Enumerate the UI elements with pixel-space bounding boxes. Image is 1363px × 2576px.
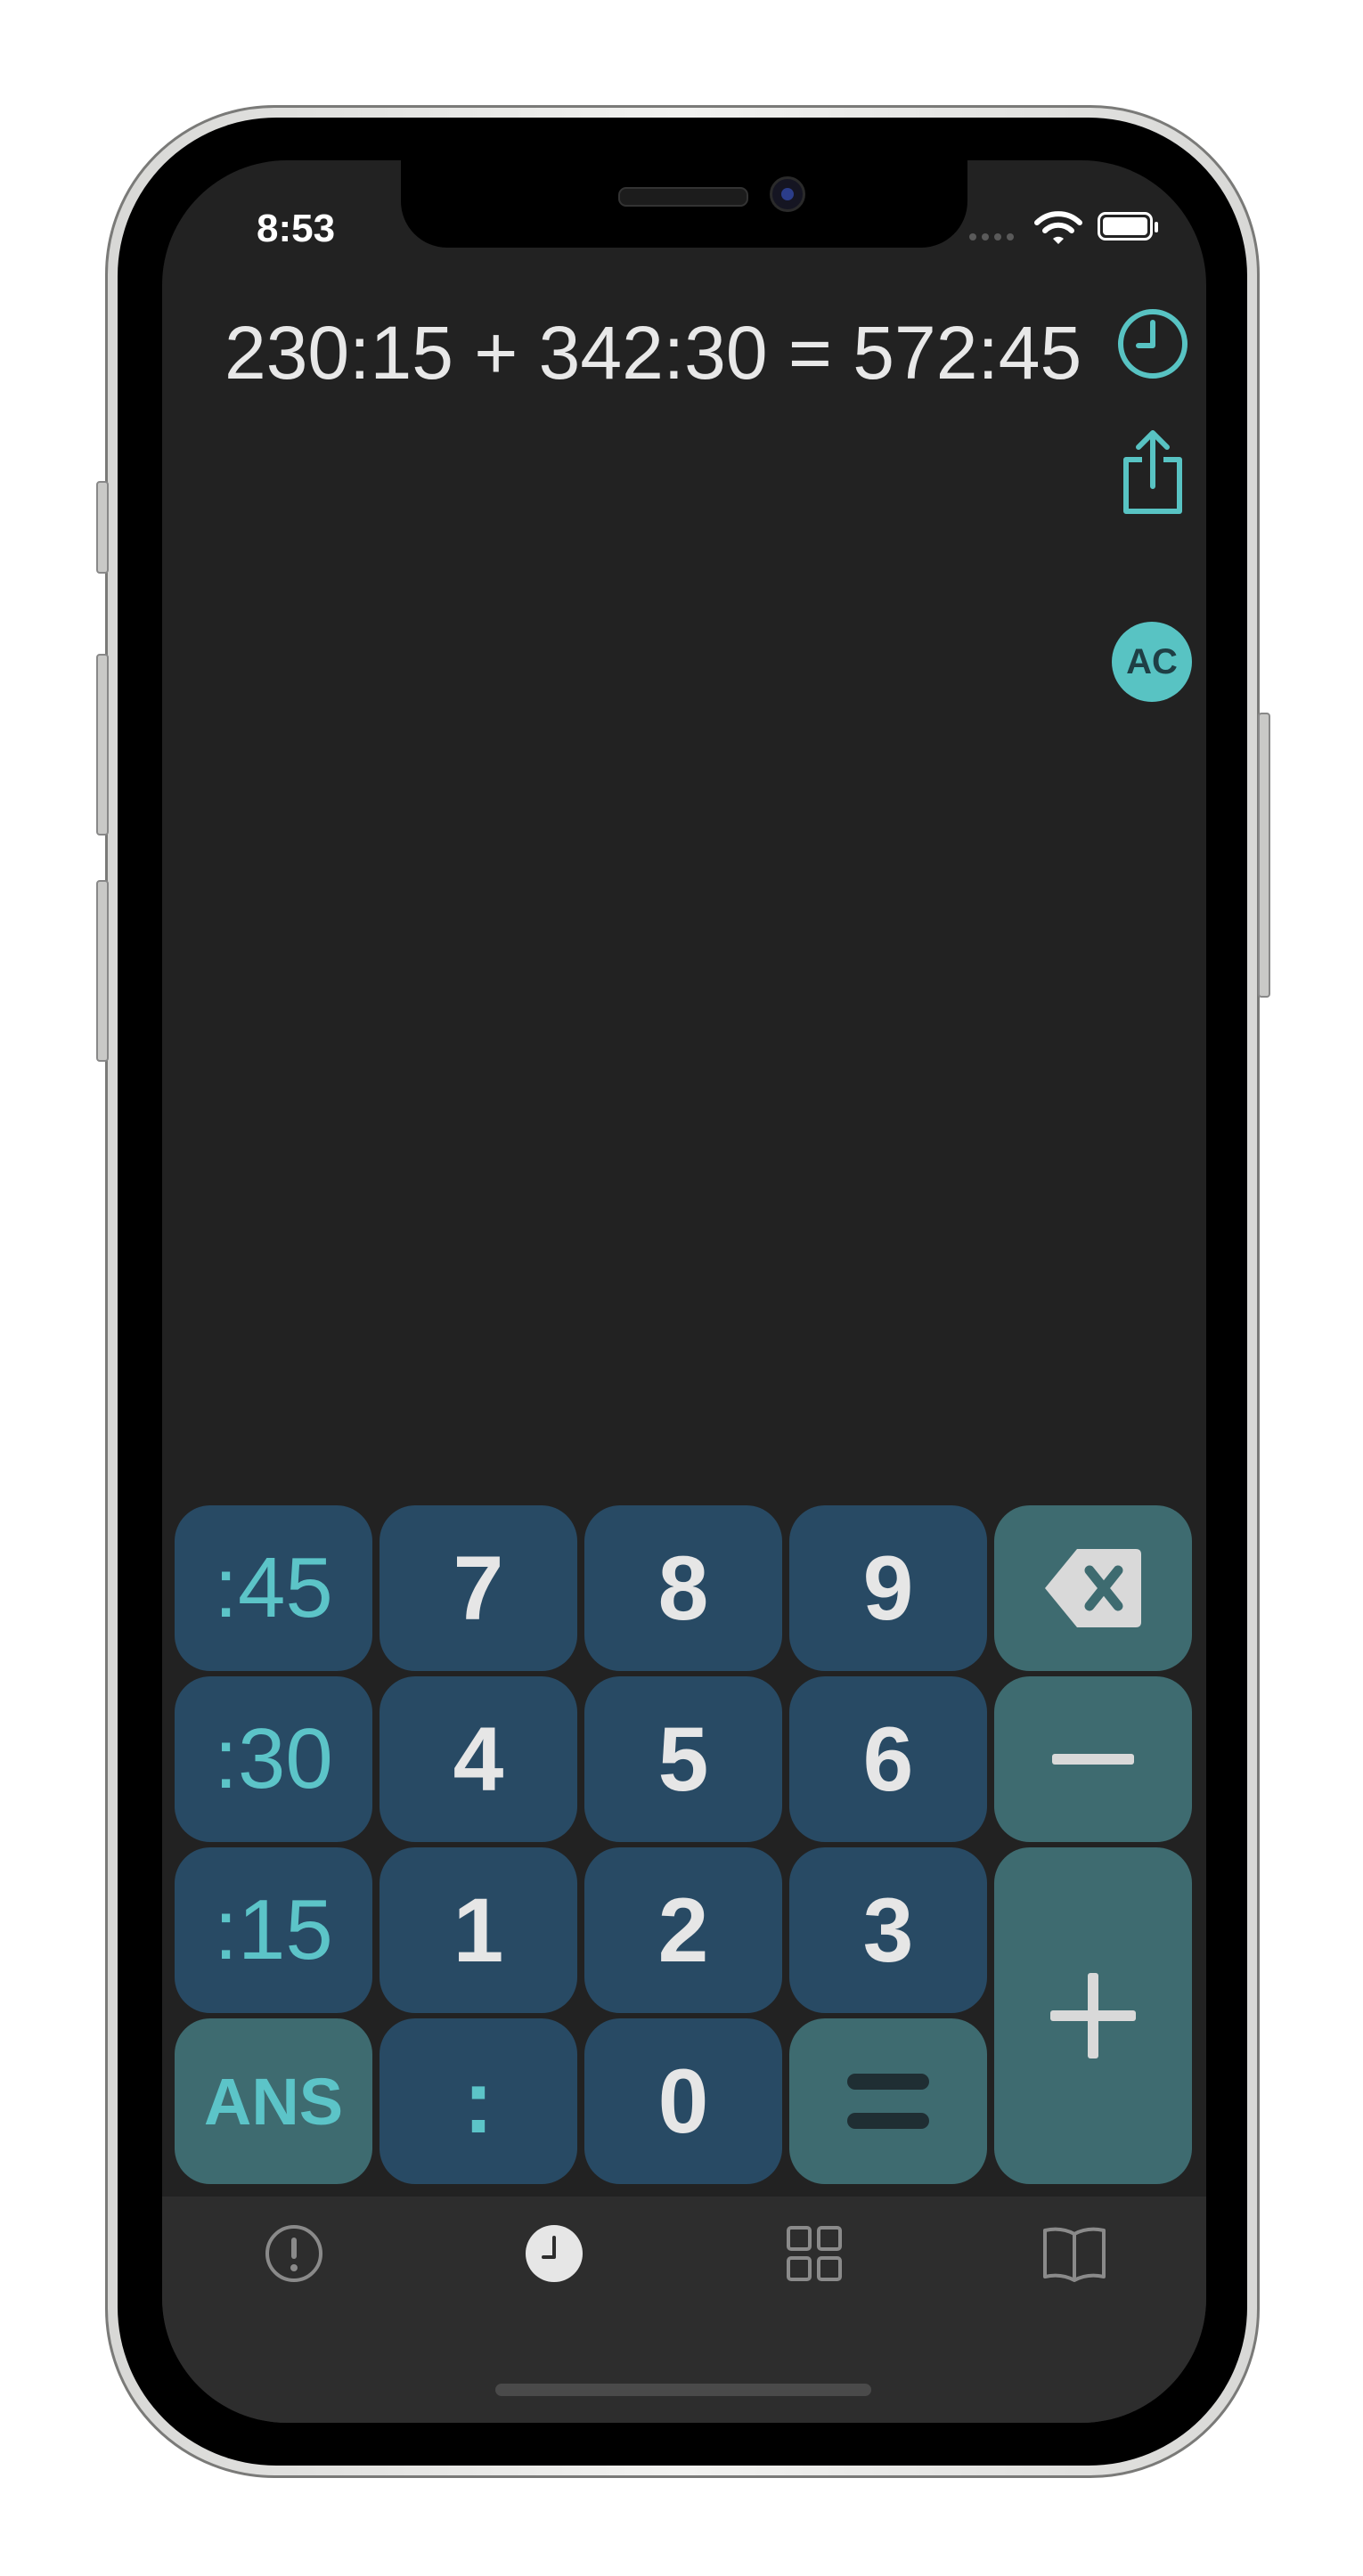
digit-6-button[interactable]: 6 bbox=[789, 1676, 987, 1842]
digit-5-button[interactable]: 5 bbox=[584, 1676, 782, 1842]
history-clock-icon[interactable] bbox=[1115, 306, 1190, 381]
digit-4-button[interactable]: 4 bbox=[380, 1676, 577, 1842]
digit-2-button[interactable]: 2 bbox=[584, 1847, 782, 2013]
backspace-icon bbox=[1045, 1549, 1141, 1627]
tab-info[interactable] bbox=[258, 2218, 330, 2289]
minus-button[interactable] bbox=[994, 1676, 1192, 1842]
digit-7-button[interactable]: 7 bbox=[380, 1505, 577, 1671]
all-clear-button[interactable]: AC bbox=[1112, 622, 1192, 702]
plus-icon bbox=[1050, 1973, 1136, 2058]
digit-9-button[interactable]: 9 bbox=[789, 1505, 987, 1671]
quick-30-button[interactable]: :30 bbox=[175, 1676, 372, 1842]
power-button bbox=[1258, 713, 1270, 998]
quick-15-button[interactable]: :15 bbox=[175, 1847, 372, 2013]
digit-8-button[interactable]: 8 bbox=[584, 1505, 782, 1671]
silent-switch bbox=[96, 481, 109, 574]
volume-up-button bbox=[96, 654, 109, 836]
share-icon[interactable] bbox=[1117, 428, 1188, 517]
keypad: :45 7 8 9 :30 4 5 6 :15 1 2 3 ANS: 0 bbox=[175, 1505, 1194, 2184]
tab-grid[interactable] bbox=[779, 2218, 850, 2289]
digit-3-button[interactable]: 3 bbox=[789, 1847, 987, 2013]
plus-button[interactable] bbox=[994, 1847, 1192, 2184]
status-time: 8:53 bbox=[257, 207, 336, 250]
tab-guide[interactable] bbox=[1039, 2218, 1110, 2289]
calculation-display: 230:15 + 342:30 = 572:45 bbox=[224, 311, 1082, 395]
notch bbox=[401, 160, 967, 248]
quick-45-button[interactable]: :45 bbox=[175, 1505, 372, 1671]
backspace-button[interactable] bbox=[994, 1505, 1192, 1671]
clock-icon bbox=[526, 2225, 583, 2282]
digit-1-button[interactable]: 1 bbox=[380, 1847, 577, 2013]
volume-down-button bbox=[96, 880, 109, 1062]
home-indicator bbox=[495, 2384, 871, 2396]
equals-icon bbox=[847, 2074, 929, 2129]
ans-button[interactable]: ANS bbox=[175, 2018, 372, 2184]
camera-icon bbox=[770, 176, 805, 212]
screen: 8:53 230:15 + 342:30 = 572:45 AC :45 7 8… bbox=[162, 160, 1206, 2423]
info-icon bbox=[265, 2225, 322, 2282]
digit-0-button[interactable]: 0 bbox=[584, 2018, 782, 2184]
colon-button[interactable]: : bbox=[380, 2018, 577, 2184]
battery-icon bbox=[1098, 212, 1158, 240]
speaker bbox=[618, 187, 748, 207]
wifi-icon bbox=[1034, 211, 1082, 244]
tab-calculator[interactable] bbox=[518, 2218, 590, 2289]
book-icon bbox=[1043, 2227, 1106, 2282]
minus-icon bbox=[1052, 1754, 1134, 1765]
equals-button[interactable] bbox=[789, 2018, 987, 2184]
signal-dots-icon bbox=[969, 233, 1014, 240]
grid-icon bbox=[787, 2226, 842, 2281]
